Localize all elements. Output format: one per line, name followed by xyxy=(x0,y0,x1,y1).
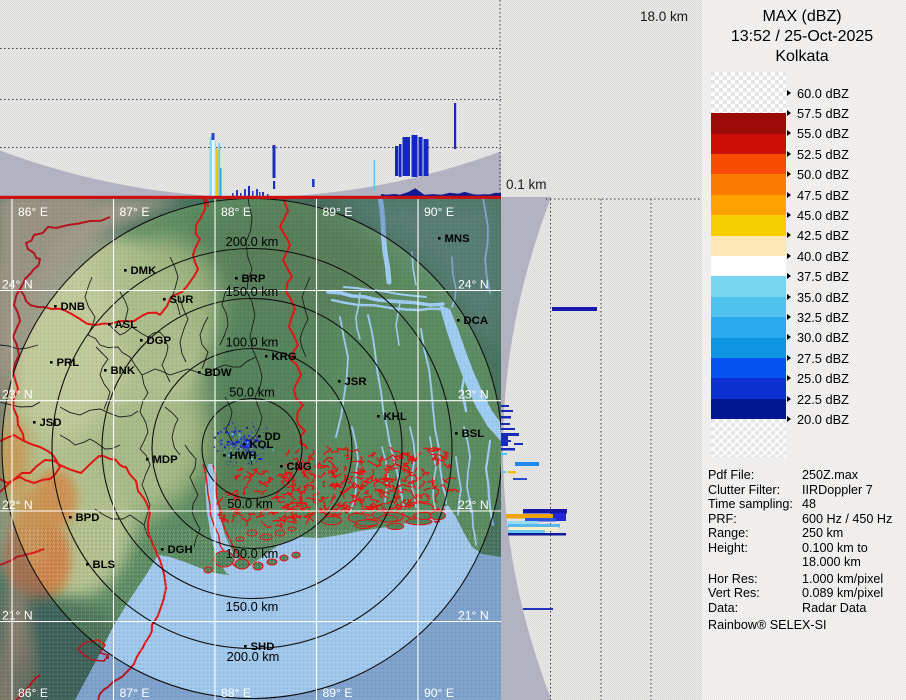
svg-text:SUR: SUR xyxy=(170,294,194,306)
svg-text:BPD: BPD xyxy=(76,512,100,524)
svg-text:DGH: DGH xyxy=(168,544,193,556)
svg-text:JSD: JSD xyxy=(40,417,62,429)
svg-text:KHL: KHL xyxy=(384,411,407,423)
svg-text:86° E: 86° E xyxy=(18,205,48,219)
svg-text:23° N: 23° N xyxy=(458,388,489,402)
svg-text:89° E: 89° E xyxy=(323,686,353,700)
svg-text:HWH: HWH xyxy=(230,450,257,462)
svg-text:200.0 km: 200.0 km xyxy=(226,234,279,249)
svg-text:89° E: 89° E xyxy=(323,205,353,219)
svg-text:JSR: JSR xyxy=(345,376,367,388)
svg-text:90° E: 90° E xyxy=(424,205,454,219)
svg-text:24° N: 24° N xyxy=(2,278,33,292)
svg-text:87° E: 87° E xyxy=(120,205,150,219)
svg-text:150.0 km: 150.0 km xyxy=(226,284,279,299)
svg-text:DCA: DCA xyxy=(464,315,488,327)
svg-text:100.0 km: 100.0 km xyxy=(226,335,279,350)
svg-text:22° N: 22° N xyxy=(2,498,33,512)
svg-text:100.0 km: 100.0 km xyxy=(226,546,279,561)
svg-text:DNB: DNB xyxy=(61,301,85,313)
svg-text:23° N: 23° N xyxy=(2,388,33,402)
svg-text:50.0 km: 50.0 km xyxy=(229,385,275,400)
svg-text:87° E: 87° E xyxy=(120,686,150,700)
svg-text:BLS: BLS xyxy=(93,559,116,571)
svg-text:MNS: MNS xyxy=(445,233,471,245)
svg-text:ASL: ASL xyxy=(115,319,138,331)
svg-text:BDW: BDW xyxy=(205,367,232,379)
svg-text:50.0 km: 50.0 km xyxy=(227,496,273,511)
svg-text:DMK: DMK xyxy=(131,265,158,277)
svg-text:BNK: BNK xyxy=(111,365,136,377)
svg-text:88° E: 88° E xyxy=(221,205,251,219)
svg-text:90° E: 90° E xyxy=(424,686,454,700)
svg-text:KRG: KRG xyxy=(272,351,297,363)
svg-text:BRP: BRP xyxy=(242,273,266,285)
svg-text:SHD: SHD xyxy=(251,641,275,653)
svg-text:MDP: MDP xyxy=(153,454,179,466)
svg-text:BSL: BSL xyxy=(462,428,485,440)
svg-text:24° N: 24° N xyxy=(458,278,489,292)
svg-text:21° N: 21° N xyxy=(458,609,489,623)
svg-text:CNG: CNG xyxy=(287,461,312,473)
svg-text:88° E: 88° E xyxy=(221,686,251,700)
svg-text:PRL: PRL xyxy=(57,357,80,369)
svg-text:150.0 km: 150.0 km xyxy=(226,599,279,614)
svg-text:22° N: 22° N xyxy=(458,498,489,512)
svg-text:21° N: 21° N xyxy=(2,609,33,623)
svg-text:86° E: 86° E xyxy=(18,686,48,700)
svg-text:DGP: DGP xyxy=(147,335,172,347)
